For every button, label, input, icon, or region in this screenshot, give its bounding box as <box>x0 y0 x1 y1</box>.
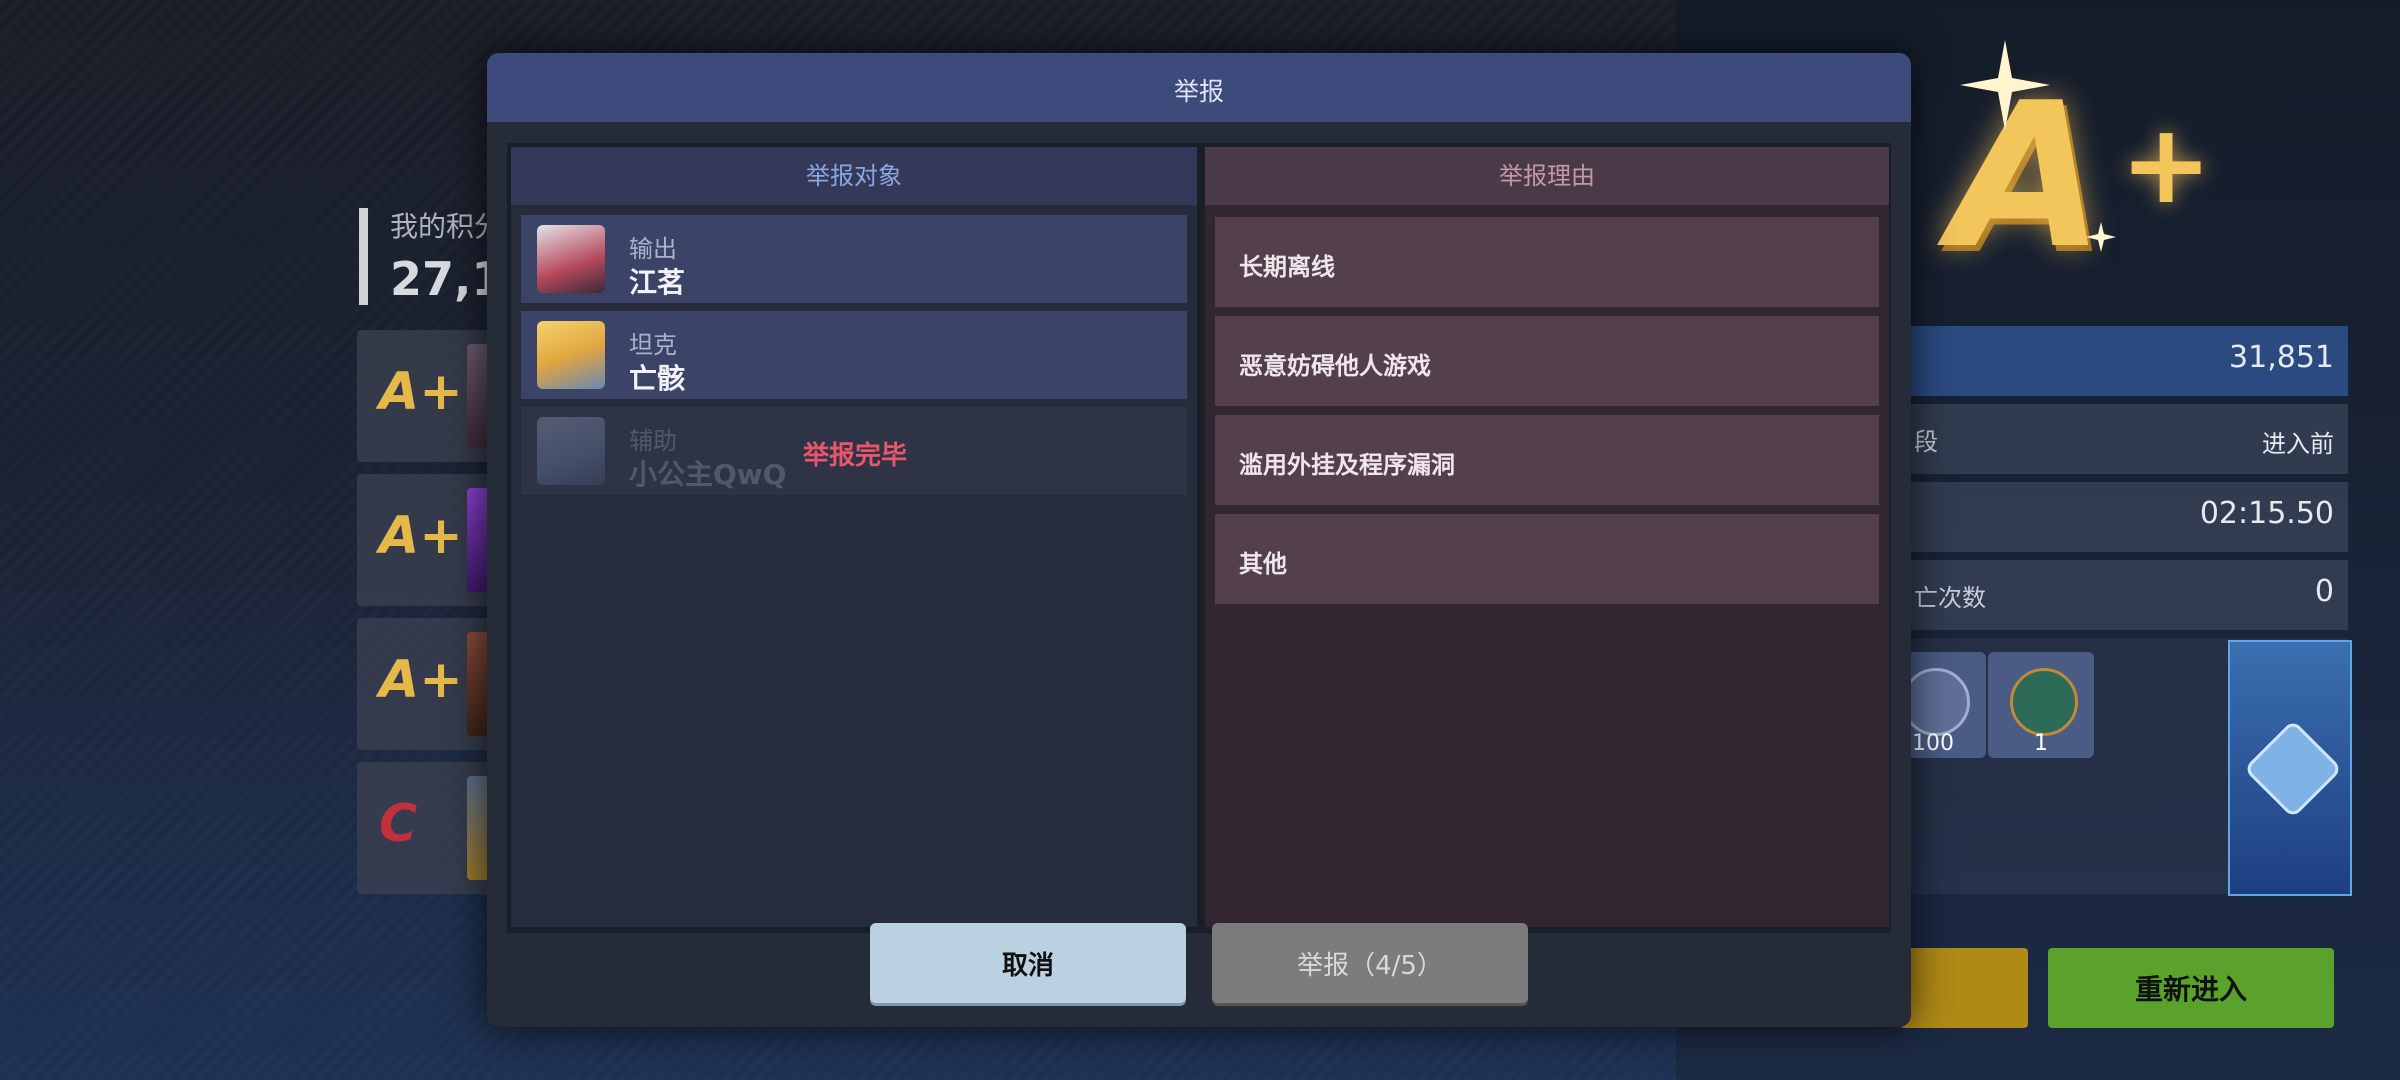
report-target-column: 举报对象 输出 江茗 坦克 亡骸 辅助 小公主QwQ 举报完毕 <box>511 147 1197 927</box>
reason-option[interactable]: 滥用外挂及程序漏洞 <box>1215 415 1879 505</box>
rank-grade: C <box>379 794 418 854</box>
report-done-label: 举报完毕 <box>803 441 908 471</box>
report-target-item-reported: 辅助 小公主QwQ 举报完毕 <box>521 407 1187 495</box>
submit-report-button[interactable]: 举报（4/5） <box>1212 923 1528 1003</box>
dialog-title: 举报 <box>1173 77 1224 106</box>
reason-label: 恶意妨碍他人游戏 <box>1239 352 1431 380</box>
rank-row[interactable]: C <box>357 762 497 894</box>
report-target-item[interactable]: 输出 江茗 <box>521 215 1187 303</box>
result-score: 31,851 <box>2229 340 2334 375</box>
stage-value: 进入前 <box>2262 430 2334 458</box>
reason-option[interactable]: 长期离线 <box>1215 217 1879 307</box>
reason-option[interactable]: 恶意妨碍他人游戏 <box>1215 316 1879 406</box>
sparkle-small-icon <box>2086 222 2116 252</box>
reason-label: 其他 <box>1239 550 1287 578</box>
reason-label: 滥用外挂及程序漏洞 <box>1239 451 1455 479</box>
rank-grade: A+ <box>379 362 463 422</box>
player-avatar <box>537 225 605 293</box>
death-label: 亡次数 <box>1914 584 1986 612</box>
chest-icon <box>2243 719 2343 819</box>
potion-bag-icon <box>2010 668 2078 736</box>
rank-grade: A+ <box>379 506 463 566</box>
dialog-body: 举报对象 输出 江茗 坦克 亡骸 辅助 小公主QwQ 举报完毕 举报理由 长期离 <box>507 143 1891 933</box>
report-target-header: 举报对象 <box>511 147 1197 205</box>
clear-time: 02:15.50 <box>2199 496 2334 531</box>
rank-row[interactable]: A+ <box>357 330 497 462</box>
reason-label: 长期离线 <box>1239 253 1335 281</box>
player-name: 江茗 <box>629 266 686 299</box>
reward-chest[interactable] <box>2228 640 2352 896</box>
death-count: 0 <box>2314 574 2334 609</box>
player-name: 小公主QwQ <box>629 458 787 491</box>
rank-row[interactable]: A+ <box>357 474 497 606</box>
player-avatar <box>537 417 605 485</box>
result-death-row: 亡次数 0 <box>1900 560 2348 630</box>
report-reason-column: 举报理由 长期离线 恶意妨碍他人游戏 滥用外挂及程序漏洞 其他 <box>1205 147 1889 927</box>
result-stage-row: 段 进入前 <box>1900 404 2348 474</box>
report-reason-header: 举报理由 <box>1205 147 1889 205</box>
reward-item[interactable]: 1 <box>1988 652 2094 758</box>
reward-count: 1 <box>2034 731 2048 756</box>
score-label: 我的积分 <box>390 210 503 243</box>
dialog-header: 举报 <box>487 53 1911 122</box>
stage-label: 段 <box>1914 428 1938 456</box>
result-score-row: 31,851 <box>1900 326 2348 396</box>
score-accent-bar <box>359 208 368 305</box>
player-name: 亡骸 <box>629 362 686 395</box>
report-target-item[interactable]: 坦克 亡骸 <box>521 311 1187 399</box>
player-avatar <box>537 321 605 389</box>
player-role: 坦克 <box>629 331 677 359</box>
cancel-button[interactable]: 取消 <box>870 923 1186 1003</box>
result-grade-plus: + <box>2120 100 2213 228</box>
report-dialog: 举报 举报对象 输出 江茗 坦克 亡骸 辅助 小公主QwQ 举报完毕 举报理由 … <box>487 53 1911 1027</box>
rank-row[interactable]: A+ <box>357 618 497 750</box>
reason-option[interactable]: 其他 <box>1215 514 1879 604</box>
sparkle-icon <box>1960 40 2050 130</box>
result-time-row: 02:15.50 <box>1900 482 2348 552</box>
shield-token-icon <box>1902 668 1970 736</box>
yellow-action-button[interactable] <box>1900 948 2028 1028</box>
player-role: 辅助 <box>629 427 677 455</box>
rank-grade: A+ <box>379 650 463 710</box>
player-role: 输出 <box>629 235 677 263</box>
reenter-button[interactable]: 重新进入 <box>2048 948 2334 1028</box>
